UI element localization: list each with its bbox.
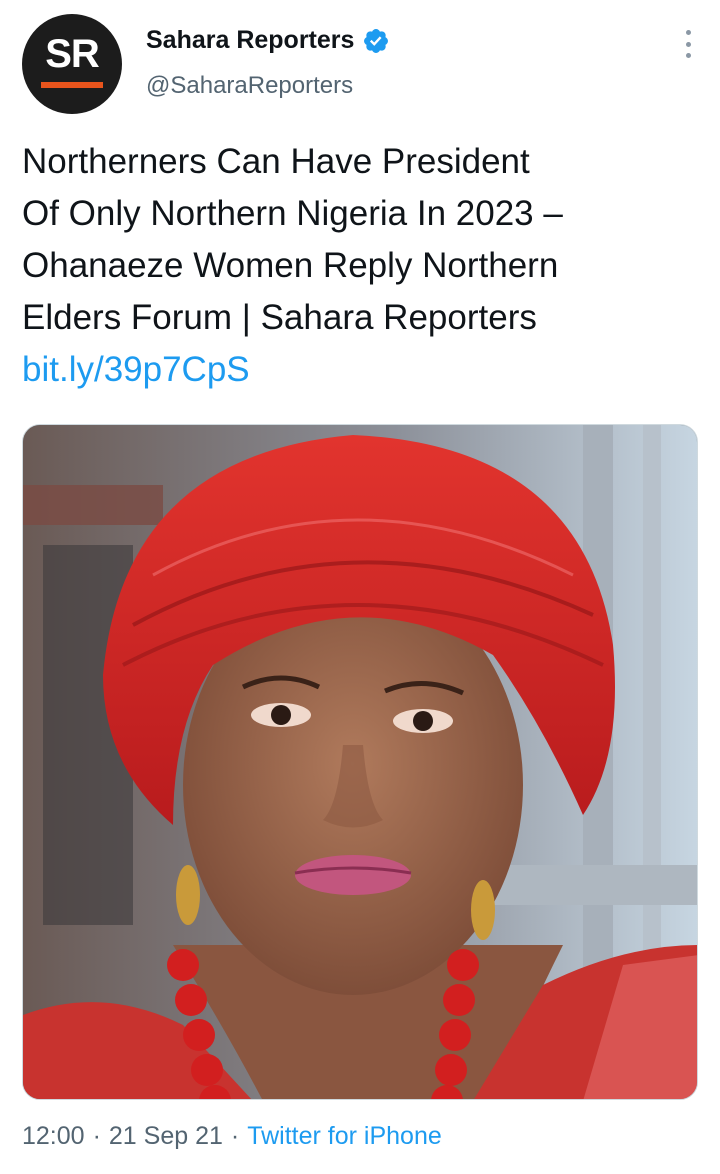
tweet-media-photo[interactable] <box>22 424 698 1100</box>
tweet-page: SR Sahara Reporters @SaharaReporters Nor… <box>0 0 720 1174</box>
photo-illustration <box>23 425 697 1099</box>
more-dot <box>685 30 691 35</box>
display-name[interactable]: Sahara Reporters <box>146 26 354 55</box>
account-handle[interactable]: @SaharaReporters <box>146 72 353 100</box>
account-name-row: Sahara Reporters <box>146 26 390 55</box>
tweet-meta: 12:00 · 21 Sep 21 · Twitter for iPhone <box>22 1122 442 1151</box>
meta-separator: · <box>230 1122 240 1150</box>
tweet-source-link[interactable]: Twitter for iPhone <box>247 1122 442 1151</box>
tweet-date[interactable]: 21 Sep 21 <box>109 1122 223 1151</box>
meta-separator: · <box>92 1122 101 1150</box>
more-dot <box>685 53 691 58</box>
more-options-icon[interactable] <box>684 30 692 58</box>
avatar-logo-bar <box>41 82 103 88</box>
verified-badge-icon <box>364 28 389 53</box>
tweet-time[interactable]: 12:00 <box>22 1122 85 1151</box>
tweet-link[interactable]: bit.ly/39p7CpS <box>22 344 250 396</box>
avatar[interactable]: SR <box>22 14 122 114</box>
tweet-text: Northerners Can Have President Of Only N… <box>22 142 563 337</box>
more-dot <box>685 41 691 47</box>
avatar-logo-text: SR <box>45 32 100 76</box>
